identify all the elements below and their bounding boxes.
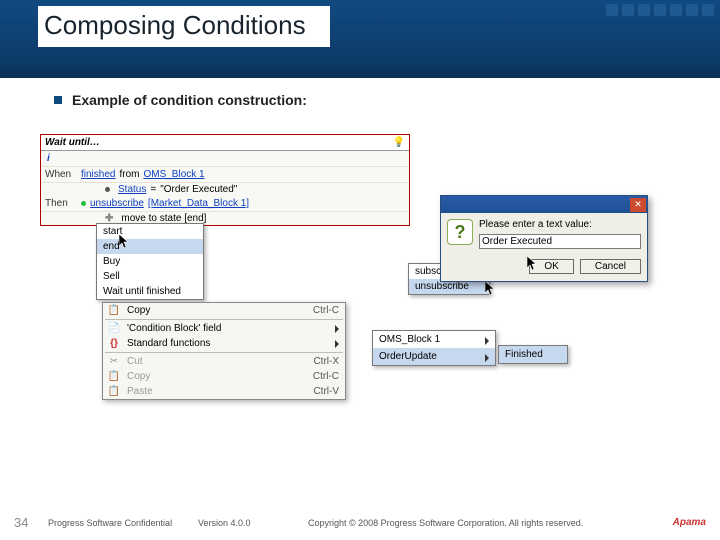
cancel-button[interactable]: Cancel: [580, 259, 641, 274]
cut-icon: ✂: [107, 355, 121, 369]
oms-block-item[interactable]: OMS_Block 1: [373, 331, 495, 348]
bullet-text: Example of condition construction:: [72, 92, 307, 108]
text-input[interactable]: [479, 234, 641, 249]
question-icon: ?: [447, 219, 473, 245]
footer-copyright: Copyright © 2008 Progress Software Corpo…: [308, 518, 673, 528]
state-menu[interactable]: start end Buy Sell Wait until finished: [96, 223, 204, 300]
finished-submenu[interactable]: Finished: [498, 345, 568, 364]
cond-lhs[interactable]: Status: [118, 184, 146, 195]
footer: 34 Progress Software Confidential Versio…: [0, 515, 720, 530]
state-menu-item[interactable]: Sell: [97, 269, 203, 284]
copy-icon: 📋: [107, 304, 121, 318]
state-menu-item[interactable]: start: [97, 224, 203, 239]
then-action-1b[interactable]: [Market_Data_Block 1]: [148, 198, 249, 209]
then-action-1a[interactable]: unsubscribe: [90, 198, 144, 209]
deco-grid: [606, 4, 714, 16]
slide-title: Composing Conditions: [38, 6, 330, 47]
copy-icon: 📋: [107, 370, 121, 384]
dialog-titlebar[interactable]: ✕: [441, 196, 647, 213]
context-menu[interactable]: 📋 Copy Ctrl-C 📄 'Condition Block' field …: [102, 302, 346, 400]
bullet-icon: [54, 96, 62, 104]
cursor-icon: [527, 256, 539, 272]
dialog-prompt: Please enter a text value:: [479, 219, 641, 230]
state-menu-item[interactable]: Wait until finished: [97, 284, 203, 299]
page-number: 34: [14, 515, 48, 530]
orderupdate-item[interactable]: OrderUpdate: [373, 348, 495, 365]
when-source[interactable]: OMS_Block 1: [143, 169, 204, 180]
cursor-icon: [119, 234, 131, 250]
copy-item[interactable]: 📋 Copy Ctrl-C: [103, 303, 345, 318]
when-from: from: [119, 169, 139, 180]
cond-op: =: [150, 184, 156, 195]
bullet-row: Example of condition construction:: [54, 92, 307, 108]
text-entry-dialog[interactable]: ✕ ? Please enter a text value: OK Cancel: [440, 195, 648, 282]
finished-item[interactable]: Finished: [499, 346, 567, 363]
brace-icon: {}: [107, 337, 121, 351]
wait-title: Wait until…: [45, 137, 100, 148]
paste-icon: 📋: [107, 385, 121, 399]
when-event[interactable]: finished: [81, 169, 115, 180]
cut-item: ✂ Cut Ctrl-X: [103, 354, 345, 369]
standard-functions-item[interactable]: {} Standard functions: [103, 336, 345, 351]
copy-item-2: 📋 Copy Ctrl-C: [103, 369, 345, 384]
block-submenu[interactable]: OMS_Block 1 OrderUpdate: [372, 330, 496, 366]
when-label: When: [45, 169, 81, 180]
cursor-icon: [485, 281, 497, 297]
apama-logo: Apama: [673, 517, 706, 528]
paste-item: 📋 Paste Ctrl-V: [103, 384, 345, 399]
doc-icon: 📄: [107, 322, 121, 336]
cond-rhs[interactable]: "Order Executed": [160, 184, 237, 195]
close-icon[interactable]: ✕: [630, 198, 646, 212]
wait-until-block: Wait until… 💡 i When finished from OMS_B…: [40, 134, 410, 226]
lightbulb-icon[interactable]: 💡: [393, 137, 405, 148]
footer-version: Version 4.0.0: [198, 518, 308, 528]
then-label: Then: [45, 198, 81, 209]
info-icon[interactable]: i: [47, 153, 50, 164]
condition-field-item[interactable]: 📄 'Condition Block' field: [103, 321, 345, 336]
state-menu-item[interactable]: Buy: [97, 254, 203, 269]
footer-confidential: Progress Software Confidential: [48, 518, 198, 528]
state-menu-item[interactable]: end: [97, 239, 203, 254]
